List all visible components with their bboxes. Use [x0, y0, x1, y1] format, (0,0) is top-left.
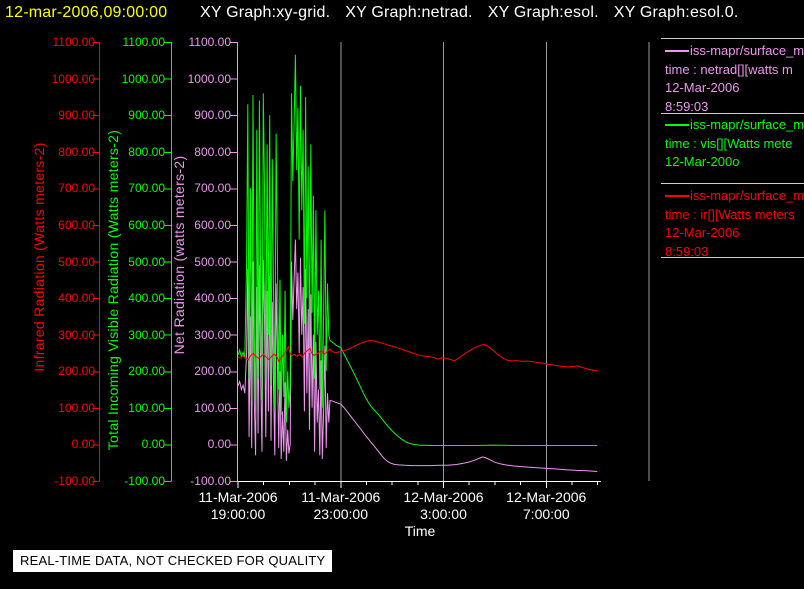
legend-date: 12-Mar-2006	[665, 225, 740, 240]
series-line-vis	[237, 54, 598, 446]
legend-series-label: iss-mapr/surface_m	[690, 188, 804, 203]
legend-line-swatch	[665, 195, 689, 198]
y-tick-label-netrad: 900.00	[194, 108, 231, 123]
legend-time: 8:59:03	[665, 98, 709, 114]
legend-series-label: iss-mapr/surface_m	[690, 117, 804, 132]
legend-series-name: iss-mapr/surface_m	[665, 42, 804, 61]
y-tick-label-vis: 1000.00	[121, 71, 165, 86]
header-timestamp: 12-mar-2006,09:00:00	[5, 4, 168, 21]
y-tick-label-ir: 100.00	[58, 400, 95, 415]
y-tick-label-netrad: 0.00	[207, 437, 231, 452]
quality-banner: REAL-TIME DATA, NOT CHECKED FOR QUALITY	[13, 550, 333, 572]
y-tick-label-ir: 900.00	[58, 108, 95, 123]
x-tick-time: 7:00:00	[522, 506, 570, 522]
legend-entry-vis: iss-mapr/surface_mtime : vis[][Watts met…	[665, 116, 804, 172]
x-axis-title: Time	[404, 523, 436, 539]
graph-window-1[interactable]: XY Graph:netrad.	[345, 4, 472, 22]
y-tick-label-ir: 1000.00	[51, 71, 95, 86]
x-tick-date: 12-Mar-2006	[506, 489, 587, 505]
series-line-ir	[237, 339, 598, 372]
y-tick-label-ir: 0.00	[71, 437, 95, 452]
legend-date: 12-Mar-2006	[665, 80, 740, 95]
graph-window-list: XY Graph:xy-grid. XY Graph:netrad. XY Grap…	[200, 4, 739, 22]
y-tick-label-netrad: 1000.00	[187, 71, 231, 86]
y-axis-label-netrad: Net Radiation (watts meters-2)	[171, 155, 187, 355]
legend-series-name: iss-mapr/surface_m	[665, 187, 804, 206]
legend-line-swatch	[665, 124, 689, 127]
legend-param: time : ir[][Watts meters	[665, 206, 795, 222]
legend-line-swatch	[665, 50, 689, 53]
legend-entry-netrad: iss-mapr/surface_mtime : netrad[][watts …	[665, 42, 804, 116]
y-tick-label-vis: -100.00	[124, 474, 165, 488]
legend-series-label: iss-mapr/surface_m	[690, 43, 804, 58]
graph-window-2[interactable]: XY Graph:esol.	[488, 4, 599, 22]
x-tick-label: 12-Mar-2006 7:00:00	[486, 489, 606, 523]
y-tick-label-ir: -100.00	[54, 474, 95, 488]
legend-param: time : vis[][Watts mete	[665, 135, 793, 151]
y-tick-label-netrad: 200.00	[194, 364, 231, 379]
legend-date: 12-Mar-200o	[665, 154, 740, 169]
legend-separator	[661, 183, 804, 184]
graph-window-0[interactable]: XY Graph:xy-grid.	[200, 4, 330, 22]
legend-entry-ir: iss-mapr/surface_mtime : ir[][Watts mete…	[665, 187, 804, 261]
y-tick-label-netrad: 100.00	[194, 400, 231, 415]
legend-series-name: iss-mapr/surface_m	[665, 116, 804, 135]
legend-panel: iss-mapr/surface_mtime : netrad[][watts …	[661, 0, 804, 589]
legend-param: time : netrad[][watts m	[665, 61, 793, 77]
y-tick-label-vis: 900.00	[128, 108, 165, 123]
y-axis-label-ir: Infrared Radiation (Watts meters-2)	[31, 142, 47, 372]
y-tick-label-netrad: 1100.00	[188, 35, 232, 49]
legend-time: 8:59:03	[665, 243, 709, 259]
y-axis-label-vis: Total Incoming Visible Radiation (Watts …	[105, 129, 121, 451]
legend-separator	[661, 38, 804, 39]
y-tick-label-ir: 1100.00	[52, 35, 96, 49]
y-tick-label-vis: 1100.00	[122, 35, 166, 49]
y-tick-label-netrad: -100.00	[190, 474, 231, 488]
app-screen: 12-mar-2006,09:00:00 XY Graph:xy-grid. XY…	[0, 0, 804, 589]
